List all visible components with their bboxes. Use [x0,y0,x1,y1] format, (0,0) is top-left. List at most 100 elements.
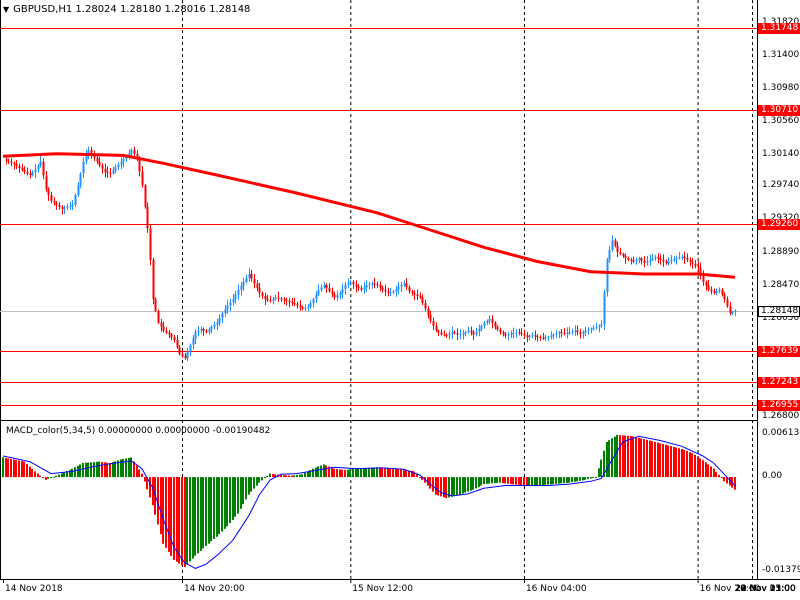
macd-bar [325,465,327,478]
macd-bar [37,473,39,478]
macd-bar [234,477,236,517]
macd-bar [649,440,651,478]
macd-bar [710,466,712,478]
macd-bar [734,477,736,490]
macd-bar [210,477,212,542]
macd-bar [349,469,351,478]
macd-bar [189,477,191,562]
macd-bar [389,468,391,478]
macd-bar [651,441,653,478]
macd-bar [7,458,9,478]
level-label: 1.26955 [758,399,800,411]
macd-bar [694,454,696,478]
macd-bar [512,477,514,485]
macd-bar [579,477,581,481]
macd-bar [264,477,266,479]
macd-bar [357,468,359,478]
macd-bar [130,457,132,478]
macd-bar [453,477,455,497]
price-tick-label: 1.30560 [762,115,800,126]
macd-bar [475,477,477,489]
macd-bar [216,477,218,537]
macd-bar [437,477,439,496]
macd-bar [360,468,362,478]
macd-bar [440,477,442,497]
macd-bar [200,477,202,551]
macd-bar [638,437,640,478]
time-tick-label: 15 Nov 12:00 [352,584,413,594]
macd-bar [293,475,295,478]
macd-bar [242,477,244,505]
macd-bar [23,461,25,478]
macd-bar [96,461,98,478]
level-label: 1.27639 [758,345,800,357]
macd-bar [662,444,664,478]
macd-bar [352,468,354,478]
candle [154,297,157,313]
macd-tick-label: -0.013798 [762,565,800,575]
macd-bar [261,477,263,481]
macd-bar [619,435,621,478]
macd-bar [170,477,172,556]
macd-bar [550,477,552,485]
macd-bar [616,434,618,478]
macd-bar [518,477,520,485]
macd-bar [723,477,725,482]
time-tick-label: 14 Nov 20:00 [183,584,245,594]
macd-bar [79,464,81,478]
macd-bar [355,468,357,478]
macd-bar [689,452,691,478]
macd-bar [63,472,65,478]
macd-bar [435,477,437,495]
macd-bar [614,436,616,478]
macd-bar [232,477,234,520]
macd-bar [98,461,100,478]
macd-bar [144,477,146,482]
macd-bar [526,477,528,486]
macd-bar [443,477,445,498]
macd-bar [721,477,723,479]
macd-bar [285,475,287,478]
macd-bar [58,474,60,478]
macd-bar [39,475,41,478]
low-value: 1.28016 [164,4,206,15]
level-label: 1.31748 [758,22,800,34]
caret-down-icon[interactable]: ▼ [3,3,9,16]
level-label: 1.27243 [758,376,800,388]
macd-bar [5,457,7,478]
macd-bar [221,477,223,532]
macd-bar [112,462,114,478]
macd-bar [379,467,381,478]
candle [157,309,160,325]
candle [606,257,609,297]
macd-bar [61,473,63,478]
macd-bar [697,456,699,478]
macd-bar [670,446,672,478]
candle [144,183,147,209]
level-label: 1.30710 [758,104,800,116]
macd-bar [542,477,544,486]
chart-frame [0,0,800,600]
chart-canvas[interactable] [0,0,800,600]
macd-bar [365,467,367,478]
macd-bar [384,467,386,478]
macd-bar [646,439,648,478]
macd-bar [363,468,365,478]
macd-bar [608,440,610,478]
macd-bar [574,477,576,482]
macd-bar [85,462,87,478]
open-value: 1.28024 [75,4,117,15]
macd-bar [531,477,533,486]
macd-bar [520,477,522,486]
macd-bar [258,477,260,483]
macd-bar [301,474,303,478]
macd-bar [459,477,461,495]
macd-bar [456,477,458,496]
macd-bar [683,450,685,478]
macd-bar [248,477,250,495]
macd-bar [568,477,570,483]
macd-bar [269,473,271,478]
macd-bar [371,467,373,478]
macd-bar [395,468,397,478]
macd-bar [705,462,707,478]
